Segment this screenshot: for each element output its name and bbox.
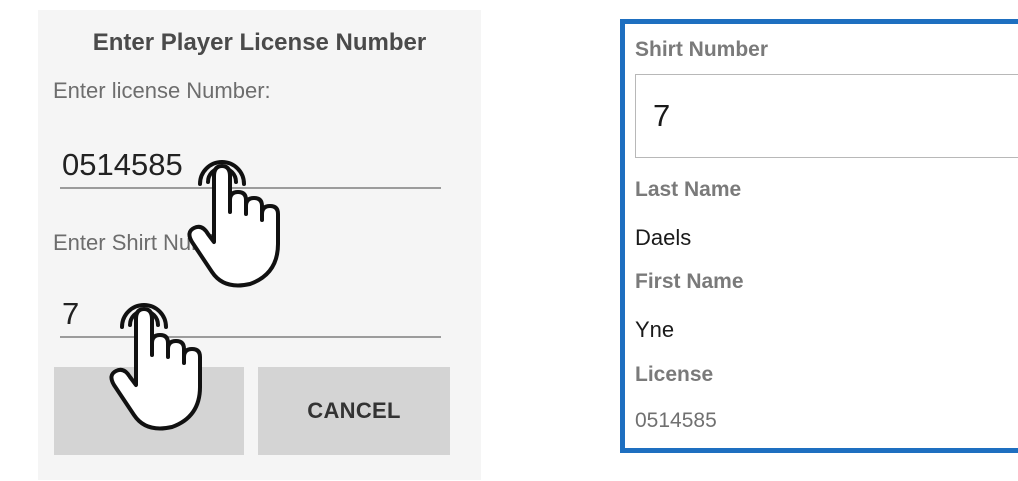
license-prompt: Enter license Number: [53, 78, 271, 103]
last-name-value: Daels [635, 225, 692, 250]
license-input[interactable]: 0514585 [60, 143, 441, 189]
shirt-number-input[interactable]: 7 [60, 292, 441, 338]
cancel-button[interactable]: CANCEL [258, 367, 450, 455]
dialog-title: Enter Player License Number [92, 29, 427, 56]
license-label: License [635, 363, 714, 386]
shirt-number-field[interactable]: 7 [635, 74, 1018, 158]
shirt-prompt: Enter Shirt Number: [53, 230, 248, 255]
license-dialog: Enter Player License Number Enter licens… [38, 10, 481, 480]
license-value: 0514585 [635, 409, 717, 432]
ok-button[interactable]: OK [54, 367, 244, 455]
first-name-label: First Name [635, 270, 744, 293]
shirt-number-label: Shirt Number [635, 38, 769, 61]
page: Enter Player License Number Enter licens… [0, 0, 1018, 481]
last-name-label: Last Name [635, 178, 742, 201]
player-details-panel: Shirt Number 7 Last Name Daels First Nam… [620, 19, 1018, 453]
first-name-value: Yne [635, 317, 675, 342]
